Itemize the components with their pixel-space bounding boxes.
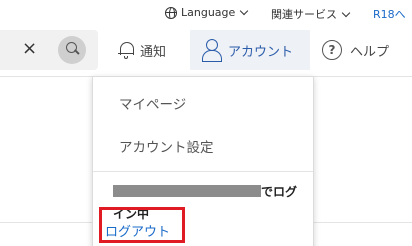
related-services-menu[interactable]: 関連サービス [271, 6, 351, 22]
account-dropdown-menu: マイページ アカウント設定 でログイン中 ログアウト [92, 76, 314, 246]
menu-divider [93, 171, 313, 172]
bell-icon [118, 41, 134, 59]
clear-search-icon[interactable]: × [22, 40, 37, 58]
redacted-username [113, 185, 261, 197]
r18-link[interactable]: R18へ [373, 6, 406, 22]
logout-link[interactable]: ログアウト [105, 221, 170, 240]
help-button[interactable]: ? ヘルプ [322, 30, 412, 70]
notifications-label: 通知 [140, 44, 167, 60]
menu-item-mypage[interactable]: マイページ [119, 93, 186, 113]
chevron-down-icon [240, 6, 249, 16]
chevron-down-icon [341, 8, 351, 17]
utility-bar: Language 関連サービス R18へ [0, 0, 412, 26]
help-icon: ? [322, 40, 342, 60]
r18-label: R18へ [373, 8, 406, 21]
notifications-button[interactable]: 通知 [118, 30, 186, 70]
menu-item-account-settings[interactable]: アカウント設定 [119, 136, 214, 156]
help-label: ヘルプ [350, 44, 390, 60]
account-button[interactable]: アカウント [190, 30, 310, 70]
search-field[interactable]: × [0, 30, 98, 70]
language-selector[interactable]: Language [165, 6, 249, 19]
globe-icon [165, 6, 177, 19]
search-button[interactable] [58, 36, 86, 64]
related-services-label: 関連サービス [271, 8, 337, 21]
language-label: Language [181, 6, 236, 19]
account-label: アカウント [228, 44, 294, 60]
user-icon [202, 39, 222, 62]
